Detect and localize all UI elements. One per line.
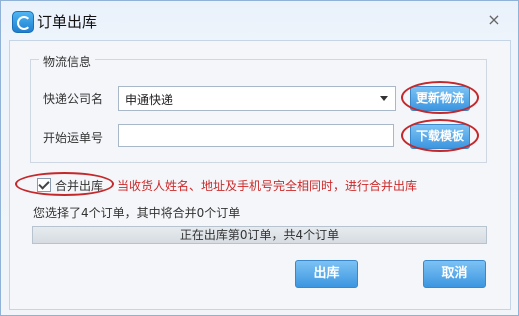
courier-select[interactable]: 申通快递 [118, 86, 396, 111]
ship-button[interactable]: 出库 [295, 260, 358, 288]
dialog-window: 订单出库 × 物流信息 快递公司名 申通快递 更新物流 开始运单号 下载模板 合… [0, 0, 519, 316]
selection-summary: 您选择了4个订单，其中将合并0个订单 [33, 206, 241, 220]
progress-bar: 正在出库第0订单，共4个订单 [32, 226, 487, 244]
start-tracking-input[interactable] [118, 124, 394, 147]
courier-label: 快递公司名 [43, 92, 104, 106]
cancel-button[interactable]: 取消 [423, 260, 486, 288]
start-tracking-label: 开始运单号 [43, 131, 104, 145]
logistics-group-title: 物流信息 [39, 53, 96, 70]
courier-select-value: 申通快递 [125, 93, 174, 107]
highlight-ring [15, 172, 114, 196]
chevron-down-icon [380, 96, 388, 101]
highlight-ring [401, 81, 479, 114]
highlight-ring [401, 119, 479, 152]
dialog-content: 物流信息 快递公司名 申通快递 更新物流 开始运单号 下载模板 合并出库 当收货… [9, 40, 511, 310]
merge-hint-text: 当收货人姓名、地址及手机号完全相同时，进行合并出库 [117, 179, 418, 193]
title-bar: 订单出库 × [1, 1, 518, 39]
app-logo-icon [12, 11, 34, 33]
dialog-title: 订单出库 [37, 13, 98, 31]
close-icon[interactable]: × [485, 11, 503, 29]
